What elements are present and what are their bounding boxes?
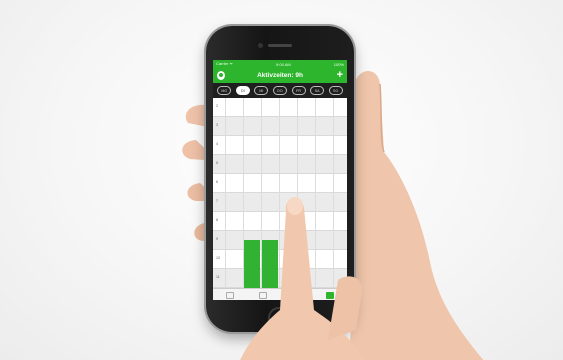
day-label: SA — [314, 88, 320, 93]
status-time: 9:00 AM — [276, 61, 291, 67]
page-title: Aktivzeiten: 9h — [257, 72, 303, 79]
hour-label: 2 — [216, 104, 218, 108]
day-label: DO — [277, 88, 283, 93]
hour-label: 10 — [216, 256, 220, 260]
day-label: FR — [296, 88, 301, 93]
hour-row: 3 — [213, 117, 347, 136]
earpiece-speaker — [268, 44, 292, 47]
day-tab-so[interactable]: SO — [328, 86, 343, 95]
hour-label: 3 — [216, 123, 218, 127]
day-label: SO — [333, 88, 339, 93]
hour-row: 2 — [213, 98, 347, 117]
front-camera — [258, 43, 263, 48]
pointing-hand — [240, 197, 365, 360]
nav-bar: Aktivzeiten: 9h + — [213, 68, 347, 83]
day-label: DI — [241, 88, 245, 93]
hour-label: 5 — [216, 161, 218, 165]
day-label: MI — [259, 88, 264, 93]
hour-label: 8 — [216, 218, 218, 222]
add-button[interactable]: + — [337, 69, 343, 81]
hour-label: 4 — [216, 142, 218, 146]
day-tab-di[interactable]: DI — [235, 86, 250, 95]
scene: Carrier ᯤ 9:00 AM 100% Aktivzeiten: 9h +… — [0, 0, 563, 360]
hour-label: 6 — [216, 180, 218, 184]
day-label: MO — [221, 88, 228, 93]
carrier-label: Carrier ᯤ — [216, 61, 233, 66]
day-tab-do[interactable]: DO — [272, 86, 287, 95]
day-selector: MO DI MI DO FR SA SO — [213, 83, 347, 98]
profile-icon[interactable] — [217, 71, 225, 80]
battery-label: 100% — [333, 61, 344, 67]
hour-row: 4 — [213, 136, 347, 155]
day-tab-sa[interactable]: SA — [310, 86, 325, 95]
day-tab-mi[interactable]: MI — [254, 86, 269, 95]
hour-label: 11 — [216, 275, 220, 279]
hour-row: 5 — [213, 155, 347, 174]
hour-label: 7 — [216, 199, 218, 203]
day-tab-fr[interactable]: FR — [291, 86, 306, 95]
day-tab-mo[interactable]: MO — [217, 86, 232, 95]
column-divider — [225, 98, 226, 288]
hour-label: 9 — [216, 237, 218, 241]
status-bar: Carrier ᯤ 9:00 AM 100% — [213, 60, 347, 68]
